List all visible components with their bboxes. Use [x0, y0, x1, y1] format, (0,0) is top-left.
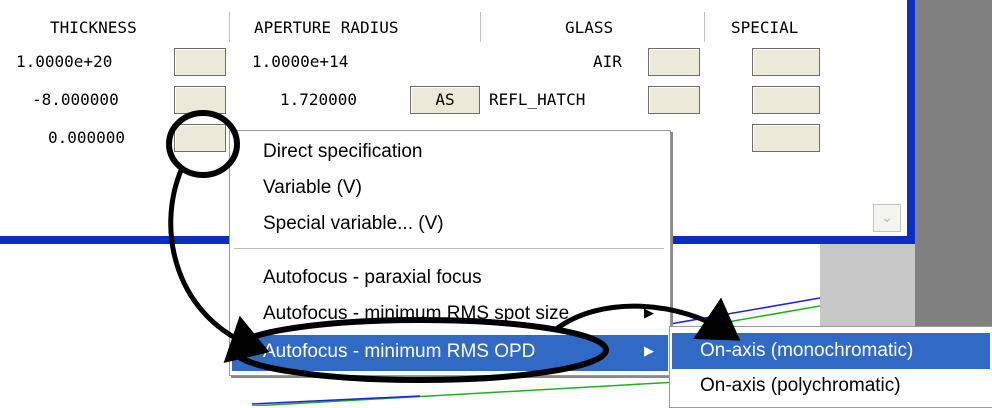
- thickness-value[interactable]: 1.0000e+20: [16, 52, 112, 71]
- glass-button[interactable]: [648, 86, 700, 114]
- column-divider: [480, 12, 481, 42]
- menu-item-autofocus-rms-spot[interactable]: Autofocus - minimum RMS spot size: [263, 303, 569, 325]
- column-header-thickness: THICKNESS: [50, 18, 137, 37]
- submenu-item-on-axis-polychromatic[interactable]: On-axis (polychromatic): [700, 375, 901, 397]
- thickness-solve-button[interactable]: [174, 48, 226, 76]
- thickness-solve-button[interactable]: [174, 124, 226, 152]
- special-button[interactable]: [752, 86, 820, 114]
- scrollbar-down-arrow-icon[interactable]: ⌄: [873, 204, 901, 232]
- column-header-aperture-radius: APERTURE RADIUS: [254, 18, 399, 37]
- thickness-value[interactable]: -8.000000: [32, 90, 119, 109]
- glass-value[interactable]: REFL_HATCH: [489, 90, 585, 109]
- glass-value[interactable]: AIR: [593, 52, 622, 71]
- submenu-arrow-icon: ▶: [644, 305, 654, 320]
- autofocus-submenu: On-axis (monochromatic) On-axis (polychr…: [669, 326, 992, 408]
- thickness-value[interactable]: 0.000000: [48, 128, 125, 147]
- submenu-arrow-icon: ▶: [644, 343, 654, 358]
- menu-item-autofocus-rms-opd[interactable]: Autofocus - minimum RMS OPD: [263, 341, 535, 363]
- aperture-value[interactable]: 1.0000e+14: [252, 52, 348, 71]
- column-header-special: SPECIAL: [731, 18, 799, 37]
- column-divider: [229, 12, 230, 42]
- window-border-right: [907, 0, 915, 242]
- special-button[interactable]: [752, 124, 820, 152]
- submenu-item-on-axis-monochromatic[interactable]: On-axis (monochromatic): [700, 340, 913, 362]
- menu-item-variable[interactable]: Variable (V): [263, 177, 362, 199]
- column-divider: [704, 12, 705, 42]
- thickness-solve-button[interactable]: [174, 86, 226, 114]
- aperture-value[interactable]: 1.720000: [280, 90, 357, 109]
- column-header-glass: GLASS: [565, 18, 614, 37]
- menu-item-autofocus-paraxial[interactable]: Autofocus - paraxial focus: [263, 267, 482, 289]
- context-menu: Direct specification Variable (V) Specia…: [229, 130, 671, 376]
- menu-item-direct-specification[interactable]: Direct specification: [263, 141, 422, 163]
- menu-separator: [234, 248, 664, 249]
- menu-item-special-variable[interactable]: Special variable... (V): [263, 213, 444, 235]
- aperture-stop-button[interactable]: AS: [410, 86, 480, 114]
- special-button[interactable]: [752, 48, 820, 76]
- glass-button[interactable]: [648, 48, 700, 76]
